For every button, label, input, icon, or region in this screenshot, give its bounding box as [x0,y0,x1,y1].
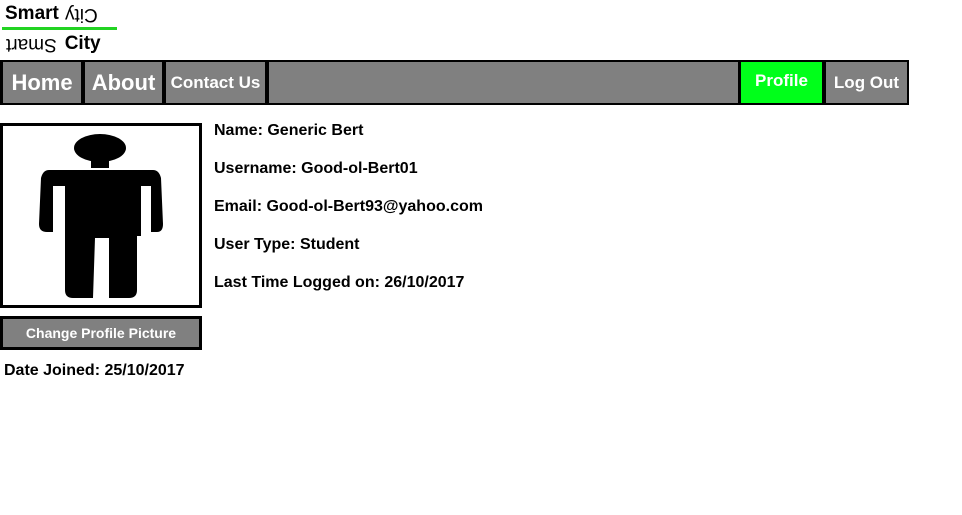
logo-bottom-flipped: Smart [6,34,57,55]
nav-profile-link[interactable]: Profile [738,62,825,103]
nav-logout-link[interactable]: Log Out [825,62,907,103]
profile-info: Name: Generic Bert Username: Good-ol-Ber… [214,122,483,312]
logo-top-bold: Smart [5,3,59,24]
profile-picture [0,123,202,308]
person-icon [39,134,163,298]
logo-divider [2,27,117,30]
site-logo: Smart City Smart City [2,2,118,56]
nav-about-link[interactable]: About [84,62,165,103]
date-joined: Date Joined: 25/10/2017 [4,362,185,379]
nav-bar: Home About Contact Us Profile Log Out [0,60,909,105]
logo-bottom-bold: City [64,33,101,54]
nav-home-link[interactable]: Home [2,62,84,103]
logo-top-line: Smart City [2,2,118,26]
nav-contact-link[interactable]: Contact Us [165,62,268,103]
logo-top-flipped: City [64,4,98,25]
logo-bottom-line: Smart City [2,32,118,56]
profile-email: Email: Good-ol-Bert93@yahoo.com [214,198,483,215]
profile-user-type: User Type: Student [214,236,360,253]
nav-spacer [268,62,738,103]
profile-name: Name: Generic Bert [214,122,364,139]
profile-username: Username: Good-ol-Bert01 [214,160,418,177]
profile-last-login: Last Time Logged on: 26/10/2017 [214,274,465,291]
change-profile-picture-button[interactable]: Change Profile Picture [0,316,202,350]
